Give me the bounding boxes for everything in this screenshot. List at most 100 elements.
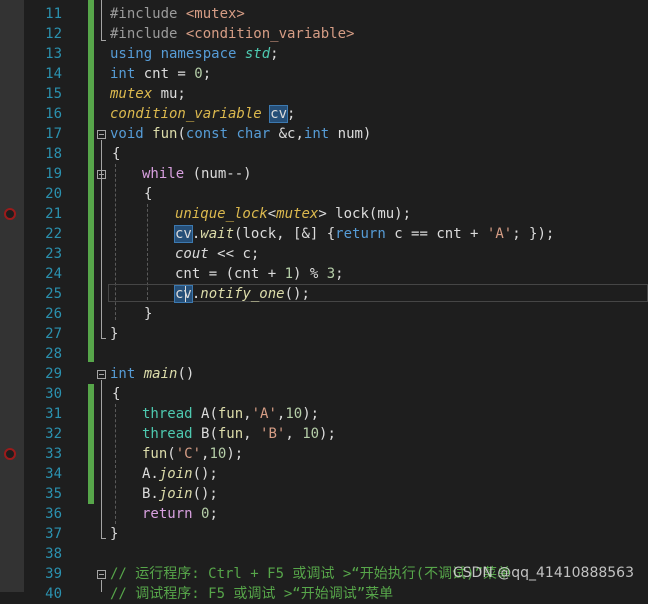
comment: // 调试程序: F5 或调试 >“开始调试”菜单 <box>110 586 394 602</box>
code-line-31[interactable]: thread A(fun,'A',10); <box>142 404 319 424</box>
keyword: return <box>142 506 202 522</box>
line-number: 31 <box>45 406 62 422</box>
include-path: <mutex> <box>185 6 245 22</box>
code-line-20[interactable]: { <box>144 184 152 204</box>
char-literal: 'C' <box>175 446 202 462</box>
identifier: << c; <box>217 246 260 262</box>
glyph-margin[interactable] <box>0 0 24 592</box>
type-name: thread <box>142 406 202 422</box>
outline-line <box>101 580 102 592</box>
function-name: notify_one <box>200 286 285 302</box>
punctuation: (); <box>192 466 218 482</box>
punctuation: ; <box>202 66 212 82</box>
code-line-19[interactable]: while (num--) <box>142 164 252 184</box>
code-line-36[interactable]: return 0; <box>142 504 218 524</box>
line-number: 28 <box>45 346 62 362</box>
number-literal: 10 <box>209 446 227 462</box>
keyword: int <box>110 366 144 382</box>
preprocessor-directive: #include <box>110 6 186 22</box>
identifier: mu; <box>160 86 186 102</box>
punctuation: < <box>267 206 277 222</box>
code-line-13[interactable]: using namespace std; <box>110 44 279 64</box>
type-name: mutex <box>276 206 319 222</box>
punctuation: ); <box>226 446 244 462</box>
code-line-14[interactable]: int cnt = 0; <box>110 64 211 84</box>
code-line-21[interactable]: unique_lock<mutex> lock(mu); <box>175 204 411 224</box>
outline-line <box>101 380 102 538</box>
fold-collapse-icon[interactable] <box>97 570 106 579</box>
type-name: condition_variable <box>110 106 271 122</box>
number-literal: 1 <box>284 266 294 282</box>
identifier: cout <box>175 246 218 262</box>
code-line-35[interactable]: B.join(); <box>142 484 218 504</box>
code-line-34[interactable]: A.join(); <box>142 464 218 484</box>
line-number: 14 <box>45 66 62 82</box>
punctuation: ; <box>270 46 279 62</box>
keyword: int <box>110 66 144 82</box>
line-number: 22 <box>45 226 62 242</box>
code-line-18[interactable]: { <box>112 144 120 164</box>
code-line-25[interactable]: cv.notify_one(); <box>174 284 310 304</box>
line-number: 24 <box>45 266 62 282</box>
line-number: 18 <box>45 146 62 162</box>
identifier: B( <box>201 426 218 442</box>
brace: { <box>144 186 153 202</box>
code-line-39[interactable]: // 运行程序: Ctrl + F5 或调试 >“开始执行(不调试)”菜单 <box>110 564 511 584</box>
line-number: 23 <box>45 246 62 262</box>
function-name: join <box>158 466 193 482</box>
outline-line <box>101 338 106 339</box>
code-line-32[interactable]: thread B(fun, 'B', 10); <box>142 424 336 444</box>
breakpoint-icon[interactable] <box>4 448 16 460</box>
function-name: fun <box>152 126 178 142</box>
code-line-22[interactable]: cv.wait(lock, [&] {return c == cnt + 'A'… <box>174 224 554 244</box>
brace: } <box>110 526 119 542</box>
keyword: namespace <box>160 46 245 62</box>
keyword: while <box>142 166 193 182</box>
fold-collapse-icon[interactable] <box>97 130 106 139</box>
number-literal: 10 <box>285 406 303 422</box>
punctuation: , <box>243 406 252 422</box>
line-number: 19 <box>45 166 62 182</box>
number-literal: 0 <box>194 66 203 82</box>
outline-line <box>101 0 102 40</box>
outline-line <box>101 40 106 41</box>
code-line-27[interactable]: } <box>110 324 118 344</box>
identifier: (lock, [&] { <box>234 226 336 242</box>
char-literal: 'A' <box>486 226 513 242</box>
code-line-17[interactable]: void fun(const char &c,int num) <box>110 124 371 144</box>
code-line-15[interactable]: mutex mu; <box>110 84 186 104</box>
code-line-11[interactable]: #include <mutex> <box>110 4 245 24</box>
type-name: unique_lock <box>175 206 268 222</box>
keyword: void <box>110 126 153 142</box>
outline-line <box>101 140 102 338</box>
code-line-24[interactable]: cnt = (cnt + 1) % 3; <box>175 264 344 284</box>
code-line-12[interactable]: #include <condition_variable> <box>110 24 354 44</box>
punctuation: () <box>177 366 195 382</box>
identifier: A( <box>201 406 218 422</box>
line-number: 36 <box>45 506 62 522</box>
code-line-40[interactable]: // 调试程序: F5 或调试 >“开始调试”菜单 <box>110 584 393 604</box>
code-line-26[interactable]: } <box>144 304 152 324</box>
line-number: 35 <box>45 486 62 502</box>
code-line-30[interactable]: { <box>112 384 120 404</box>
identifier: A. <box>142 466 159 482</box>
line-number: 13 <box>45 46 62 62</box>
fold-collapse-icon[interactable] <box>97 370 106 379</box>
type-name: mutex <box>110 86 161 102</box>
identifier: > lock(mu); <box>318 206 412 222</box>
brace: { <box>112 146 121 162</box>
code-line-29[interactable]: int main() <box>110 364 194 384</box>
punctuation: (); <box>192 486 218 502</box>
code-line-23[interactable]: cout << c; <box>175 244 259 264</box>
watermark: CSDN @qq_41410888563 <box>452 565 634 581</box>
function-name: join <box>158 486 193 502</box>
line-number: 39 <box>45 566 62 582</box>
code-line-16[interactable]: condition_variable cv; <box>110 104 295 124</box>
highlighted-identifier: cv <box>269 105 289 123</box>
identifier: cnt = <box>143 66 195 82</box>
identifier: c == cnt + <box>394 226 487 242</box>
code-line-33[interactable]: fun('C',10); <box>142 444 243 464</box>
breakpoint-icon[interactable] <box>4 208 16 220</box>
code-line-37[interactable]: } <box>110 524 118 544</box>
identifier: num) <box>337 126 372 142</box>
